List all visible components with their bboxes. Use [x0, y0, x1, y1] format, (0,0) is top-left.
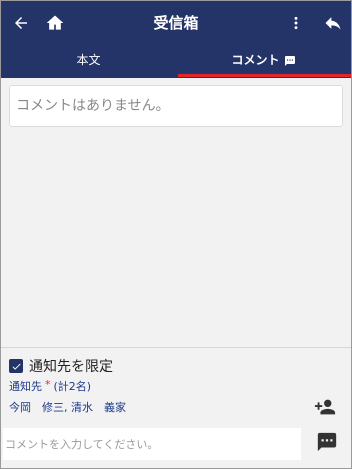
reply-button[interactable] [315, 1, 351, 45]
person-add-icon [314, 399, 336, 415]
notify-header: 通知先 * (計2名) [9, 378, 91, 394]
more-menu-button[interactable] [281, 1, 311, 45]
limit-recipients-toggle[interactable]: 通知先を限定 [9, 356, 113, 376]
tab-body[interactable]: 本文 [1, 45, 176, 78]
tab-comment-label: コメント [231, 53, 280, 67]
limit-recipients-label: 通知先を限定 [29, 359, 113, 375]
home-icon [46, 15, 64, 30]
active-tab-indicator [178, 74, 351, 77]
send-comment-button[interactable] [315, 430, 339, 454]
tab-body-label: 本文 [76, 53, 101, 67]
recipient-count: (計2名) [53, 380, 92, 393]
home-button[interactable] [37, 1, 73, 45]
limit-recipients-checkbox[interactable] [9, 359, 23, 373]
add-recipient-button[interactable] [313, 395, 337, 419]
check-icon [12, 363, 21, 370]
notify-label: 通知先 [9, 380, 42, 393]
comment-compose-panel: 通知先を限定 通知先 * (計2名) 今岡 修三, 清水 義家 [1, 347, 351, 468]
empty-comments-message: コメントはありません。 [9, 85, 343, 127]
tab-comment[interactable]: コメント [176, 45, 351, 78]
required-mark: * [45, 378, 51, 391]
comment-icon [284, 55, 295, 66]
back-button[interactable] [3, 1, 39, 45]
reply-icon [325, 17, 341, 30]
more-vert-icon [294, 16, 298, 30]
comment-send-icon [317, 432, 337, 452]
tab-bar: 本文 コメント [1, 45, 351, 78]
app-bar: 受信箱 [1, 1, 351, 45]
arrow-left-icon [15, 17, 27, 29]
recipient-list[interactable]: 今岡 修三, 清水 義家 [9, 399, 126, 415]
comment-input[interactable] [3, 428, 301, 460]
